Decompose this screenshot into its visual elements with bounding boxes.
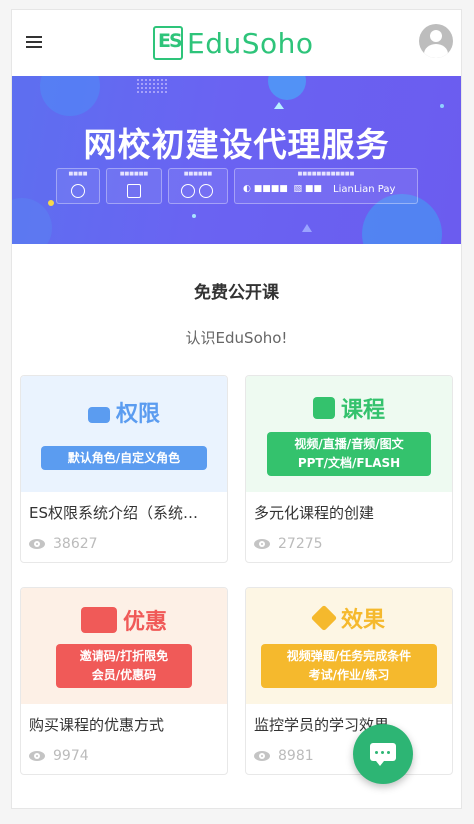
- tag-line: 会员/优惠码: [91, 668, 157, 682]
- user-avatar-icon[interactable]: [419, 24, 453, 58]
- course-cover-tags: 邀请码/打折限免 会员/优惠码: [56, 644, 192, 688]
- app-frame: ES EduSoho 网校初建设代理服务 ■■■■ ■■■■■■ ■■■■■■ …: [12, 10, 461, 808]
- view-count: 38627: [29, 536, 98, 552]
- view-count-value: 27275: [278, 536, 323, 552]
- course-cover-tags: 默认角色/自定义角色: [41, 446, 207, 470]
- vip-card-icon: [80, 607, 117, 633]
- course-cover-title: 课程: [340, 398, 385, 423]
- diamond-icon: [310, 604, 338, 632]
- course-cover-title: 效果: [340, 608, 385, 633]
- eye-icon: [254, 751, 270, 761]
- chat-button[interactable]: [353, 724, 413, 784]
- course-cover: 优惠 邀请码/打折限免 会员/优惠码: [21, 588, 227, 704]
- book-icon: [312, 397, 335, 419]
- course-title[interactable]: ES权限系统介绍（系统…: [29, 502, 221, 523]
- tag-line: PPT/文档/FLASH: [297, 456, 401, 470]
- course-card[interactable]: 权限 默认角色/自定义角色 ES权限系统介绍（系统… 38627: [20, 375, 228, 563]
- course-cover: 权限 默认角色/自定义角色: [21, 376, 227, 492]
- tag-line: 考试/作业/练习: [308, 668, 390, 682]
- course-card[interactable]: 效果 视频弹题/任务完成条件 考试/作业/练习 监控学员的学习效果 8981: [245, 587, 453, 775]
- promo-banner[interactable]: 网校初建设代理服务 ■■■■ ■■■■■■ ■■■■■■ ■■■■■■■■■■■…: [12, 76, 461, 244]
- banner-features: ■■■■ ■■■■■■ ■■■■■■ ■■■■■■■■■■■■ ◐ ■■■■ ▧…: [56, 168, 418, 204]
- view-count: 9974: [29, 748, 89, 764]
- view-count-value: 8981: [278, 748, 314, 764]
- course-cover: 效果 视频弹题/任务完成条件 考试/作业/练习: [246, 588, 452, 704]
- pay-brand-text: LianLian Pay: [333, 184, 396, 195]
- top-navbar: ES EduSoho: [12, 10, 461, 76]
- course-cover-title: 优惠: [122, 610, 167, 635]
- course-cover: 课程 视频/直播/音频/图文 PPT/文档/FLASH: [246, 376, 452, 492]
- tag-line: 邀请码/打折限免: [79, 649, 169, 663]
- view-count-value: 9974: [53, 748, 89, 764]
- view-count: 8981: [254, 748, 314, 764]
- logo-mark-icon: ES: [153, 26, 183, 60]
- view-count: 27275: [254, 536, 323, 552]
- course-card[interactable]: 优惠 邀请码/打折限免 会员/优惠码 购买课程的优惠方式 9974: [20, 587, 228, 775]
- lock-icon: [87, 407, 110, 423]
- course-title[interactable]: 购买课程的优惠方式: [29, 714, 221, 735]
- course-title[interactable]: 监控学员的学习效果: [254, 714, 446, 735]
- chat-bubble-icon: [370, 743, 396, 766]
- course-cover-tags: 视频/直播/音频/图文 PPT/文档/FLASH: [267, 432, 431, 476]
- course-cover-tags: 视频弹题/任务完成条件 考试/作业/练习: [261, 644, 437, 688]
- eye-icon: [29, 539, 45, 549]
- tag-line: 视频弹题/任务完成条件: [286, 649, 412, 663]
- hamburger-menu-icon[interactable]: [26, 36, 42, 48]
- logo-text: EduSoho: [187, 26, 314, 60]
- banner-title: 网校初建设代理服务: [83, 125, 390, 164]
- course-cover-title: 权限: [115, 402, 160, 427]
- section-subtitle: 认识EduSoho!: [185, 329, 288, 347]
- view-count-value: 38627: [53, 536, 98, 552]
- tag-line: 视频/直播/音频/图文: [294, 437, 404, 451]
- course-card[interactable]: 课程 视频/直播/音频/图文 PPT/文档/FLASH 多元化课程的创建 272…: [245, 375, 453, 563]
- eye-icon: [29, 751, 45, 761]
- site-logo[interactable]: ES EduSoho: [153, 23, 314, 63]
- section-title: 免费公开课: [194, 283, 279, 303]
- course-title[interactable]: 多元化课程的创建: [254, 502, 446, 523]
- eye-icon: [254, 539, 270, 549]
